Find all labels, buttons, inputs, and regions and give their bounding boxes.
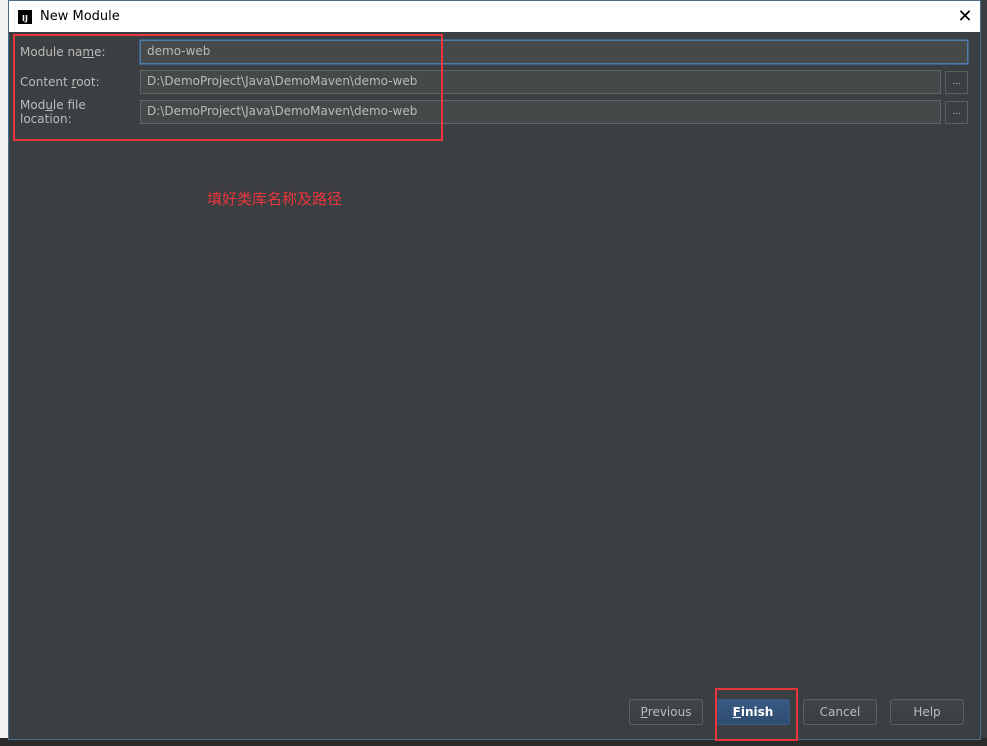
previous-button[interactable]: Previous	[629, 699, 703, 725]
dialog-title: New Module	[40, 9, 120, 24]
help-button[interactable]: Help	[890, 699, 964, 725]
title-bar: IJ New Module ✕	[9, 1, 980, 32]
cancel-button[interactable]: Cancel	[803, 699, 877, 725]
module-file-location-browse-button[interactable]: ...	[945, 100, 968, 124]
annotation-highlight-fields	[13, 34, 443, 141]
new-module-dialog: IJ New Module ✕ Module name: demo-web Co…	[8, 0, 981, 741]
intellij-app-icon: IJ	[18, 9, 32, 24]
close-icon[interactable]: ✕	[950, 2, 980, 32]
annotation-highlight-finish	[715, 688, 798, 741]
annotation-text: 填好类库名称及路径	[207, 190, 343, 208]
content-root-browse-button[interactable]: ...	[945, 70, 968, 94]
